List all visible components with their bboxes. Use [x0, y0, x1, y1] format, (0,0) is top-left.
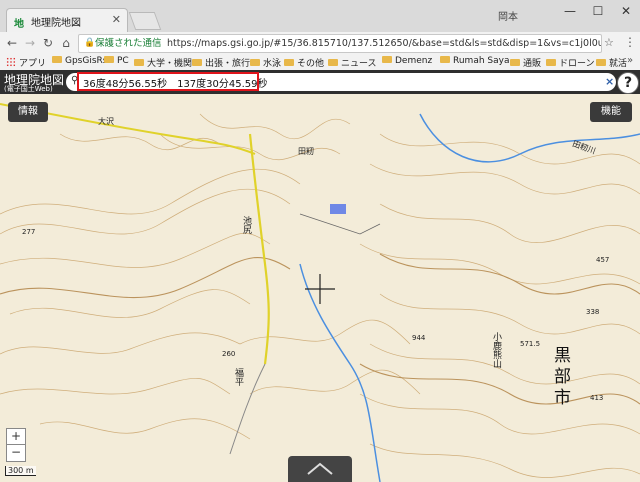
- address-toolbar: ← → ↻ ⌂ 🔒 保護された通信 https://maps.gsi.go.jp…: [0, 32, 640, 55]
- bookmark-item[interactable]: ニュース: [328, 56, 377, 69]
- zoom-out-button[interactable]: −: [6, 444, 26, 462]
- apps-icon: [6, 57, 16, 67]
- bookmarks-overflow-icon[interactable]: »: [627, 55, 633, 66]
- bookmark-item[interactable]: 出張・旅行: [192, 56, 250, 69]
- folder-icon: [134, 59, 144, 66]
- info-button[interactable]: 情報: [8, 102, 48, 122]
- map-label-kurobe-city: 黒部市: [550, 346, 570, 409]
- tab-title: 地理院地図: [31, 18, 81, 29]
- site-logo-subtitle: (電子国土Web): [4, 85, 53, 93]
- menu-icon[interactable]: ⋮: [624, 35, 636, 49]
- help-button[interactable]: ?: [617, 72, 639, 94]
- bookmark-item[interactable]: ドローン: [546, 56, 595, 69]
- folder-icon: [596, 59, 606, 66]
- folder-icon: [328, 59, 338, 66]
- url-text[interactable]: https://maps.gsi.go.jp/#15/36.815710/137…: [167, 35, 601, 52]
- minimize-icon[interactable]: —: [560, 4, 580, 18]
- expand-panel-button[interactable]: [288, 456, 352, 482]
- elevation-label: 413: [590, 394, 604, 402]
- new-tab-button[interactable]: [128, 12, 162, 30]
- folder-icon: [440, 56, 450, 63]
- topographic-map: [0, 94, 640, 482]
- bookmark-apps[interactable]: アプリ: [6, 56, 46, 69]
- elevation-label: 260: [222, 350, 236, 358]
- folder-icon: [250, 59, 260, 66]
- elevation-label: 457: [596, 256, 610, 264]
- clear-icon[interactable]: ×: [605, 75, 614, 88]
- folder-icon: [284, 59, 294, 66]
- browser-tab[interactable]: 地 地理院地図 ✕: [6, 8, 128, 33]
- map-label-osawa: 大沢: [98, 117, 114, 126]
- annotation-highlight-box: [77, 72, 259, 91]
- back-icon[interactable]: ←: [4, 36, 20, 50]
- url-bar[interactable]: 🔒 保護された通信 https://maps.gsi.go.jp/#15/36.…: [78, 34, 602, 53]
- bookmark-item[interactable]: Rumah Saya: [440, 56, 509, 66]
- map-label-fukuhira: 福平: [233, 368, 243, 386]
- bookmark-item[interactable]: PC: [104, 56, 129, 66]
- bookmark-item[interactable]: GpsGisRs: [52, 56, 107, 66]
- folder-icon: [546, 59, 556, 66]
- maximize-icon[interactable]: ☐: [588, 4, 608, 18]
- folder-icon: [104, 56, 114, 63]
- elevation-label: 944: [412, 334, 426, 342]
- chevron-up-icon: [307, 462, 333, 475]
- map-label-kokahumayama: 小鹿熊山: [491, 332, 501, 368]
- bookmark-item[interactable]: 大学・機関: [134, 56, 192, 69]
- home-icon[interactable]: ⌂: [58, 36, 74, 50]
- bookmarks-bar: アプリ GpsGisRs PC 大学・機関 出張・旅行 水泳 その他 ニュース …: [0, 54, 640, 71]
- function-button[interactable]: 機能: [590, 102, 632, 122]
- map-canvas[interactable]: 情報 機能 大沢 田籾 池尻 福平 小鹿熊山 田籾川 黒部市 571.5 260…: [0, 94, 640, 482]
- scale-bar: 300 m: [5, 466, 36, 476]
- bookmark-star-icon[interactable]: ☆: [604, 36, 614, 49]
- bookmark-item[interactable]: その他: [284, 56, 324, 69]
- bookmark-item[interactable]: 通販: [510, 56, 541, 69]
- elevation-label: 338: [586, 308, 600, 316]
- map-label-tabara: 田籾: [298, 147, 314, 156]
- favicon-icon: 地: [14, 19, 24, 30]
- browser-title-bar: 地 地理院地図 ✕ 岡本 — ☐ ✕: [0, 0, 640, 33]
- folder-icon: [52, 56, 62, 63]
- folder-icon: [192, 59, 202, 66]
- close-window-icon[interactable]: ✕: [616, 4, 636, 18]
- profile-name[interactable]: 岡本: [498, 8, 518, 23]
- folder-icon: [510, 59, 520, 66]
- elevation-label: 571.5: [520, 340, 541, 348]
- secure-label: 保護された通信: [95, 38, 162, 49]
- close-tab-icon[interactable]: ✕: [112, 13, 121, 26]
- bookmark-item[interactable]: 就活: [596, 56, 627, 69]
- folder-icon: [382, 56, 392, 63]
- forward-icon[interactable]: →: [22, 36, 38, 50]
- bookmark-item[interactable]: Demenz: [382, 56, 432, 66]
- elevation-label: 277: [22, 228, 36, 236]
- map-label-ikejiri: 池尻: [241, 216, 251, 234]
- bookmark-item[interactable]: 水泳: [250, 56, 281, 69]
- reload-icon[interactable]: ↻: [40, 36, 56, 50]
- lock-icon: 🔒: [84, 38, 96, 48]
